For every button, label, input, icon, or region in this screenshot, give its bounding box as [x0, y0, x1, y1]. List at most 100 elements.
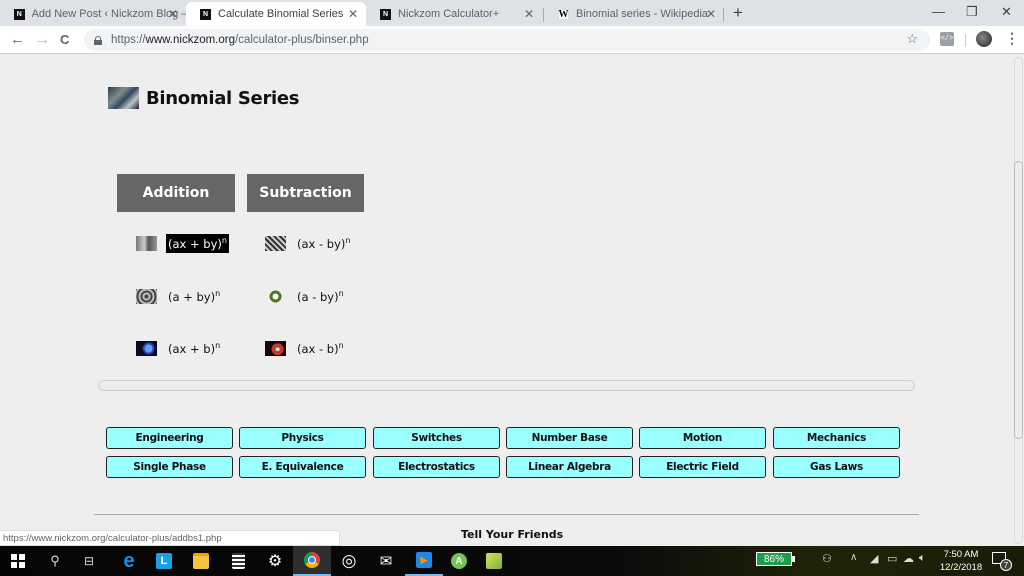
link-physics[interactable]: Physics	[239, 427, 366, 449]
status-bar-url: https://www.nickzom.org/calculator-plus/…	[0, 530, 340, 546]
formula-label: (ax + b)n	[168, 341, 221, 356]
link-number-base[interactable]: Number Base	[506, 427, 633, 449]
search-button[interactable]: ⚲	[36, 546, 74, 576]
back-button[interactable]: ←	[10, 31, 25, 48]
formula-label: (a + by)n	[168, 289, 221, 304]
battery-indicator[interactable]: 86%	[756, 552, 795, 566]
taskbar-l-app[interactable]: L	[145, 546, 183, 576]
taskbar-calculator[interactable]	[219, 546, 257, 576]
task-view-icon: ⊟	[83, 554, 95, 568]
page-content: Binomial Series Addition Subtraction (ax…	[0, 55, 1012, 546]
page-heading: Binomial Series	[108, 87, 300, 109]
address-bar[interactable]: https://www.nickzom.org/calculator-plus/…	[84, 29, 930, 51]
addition-tab[interactable]: Addition	[117, 174, 235, 212]
notepad-plus-icon	[486, 553, 502, 569]
formula-ax-plus-by[interactable]: (ax + by)n	[136, 234, 229, 253]
volume-icon[interactable]: 🔈︎	[919, 552, 926, 565]
formula-a-minus-by[interactable]: (a - by)n	[265, 287, 346, 306]
taskbar-media-player[interactable]: ▶	[405, 546, 443, 576]
start-button[interactable]	[0, 546, 36, 576]
scroll-thumb[interactable]	[1014, 161, 1023, 439]
taskbar-groove[interactable]: ◎	[330, 546, 368, 576]
close-icon[interactable]: ✕	[524, 7, 534, 21]
formula-ax-minus-b[interactable]: (ax - b)n	[265, 339, 346, 358]
red-gears-icon	[265, 341, 286, 356]
taskbar-android-studio[interactable]: A	[440, 546, 478, 576]
tab-calculate-binomial-series[interactable]: N Calculate Binomial Series ✕	[186, 2, 366, 26]
taskbar-chrome[interactable]	[293, 546, 331, 576]
gear-icon: ⚙	[267, 553, 283, 570]
link-engineering[interactable]: Engineering	[106, 427, 233, 449]
blue-gears-icon	[136, 341, 157, 356]
link-mechanics[interactable]: Mechanics	[773, 427, 900, 449]
tell-your-friends-heading: Tell Your Friends	[461, 528, 564, 541]
link-switches[interactable]: Switches	[373, 427, 500, 449]
taskbar-notepad[interactable]	[475, 546, 513, 576]
formula-a-plus-by[interactable]: (a + by)n	[136, 287, 222, 306]
tab-nickzom-calculator[interactable]: N Nickzom Calculator+ ✕	[366, 2, 542, 26]
tab-title: Add New Post ‹ Nickzom Blog —	[31, 8, 186, 20]
forward-button[interactable]: →	[35, 31, 50, 48]
nickzom-icon: N	[380, 8, 391, 20]
close-icon[interactable]: ✕	[168, 7, 178, 21]
url-path: /calculator-plus/binser.php	[235, 34, 369, 46]
wifi-icon[interactable]: ◢	[870, 552, 878, 565]
reload-button[interactable]: C	[60, 32, 69, 47]
notification-count-badge: 7	[1000, 559, 1012, 571]
calculator-icon	[231, 553, 245, 569]
clock-time: 7:50 AM	[943, 549, 979, 560]
battery-icon[interactable]: ▭	[887, 552, 897, 565]
pattern-icon	[136, 289, 157, 304]
formula-ax-minus-by[interactable]: (ax - by)n	[265, 234, 352, 253]
link-e-equivalence[interactable]: E. Equivalence	[239, 456, 366, 478]
link-linear-algebra[interactable]: Linear Algebra	[506, 456, 633, 478]
people-icon[interactable]: ⚇	[822, 552, 832, 565]
taskbar-settings[interactable]: ⚙	[256, 546, 294, 576]
chevron-up-icon[interactable]: ∧	[850, 552, 857, 563]
menu-icon[interactable]: ⋮	[1005, 31, 1019, 45]
close-icon[interactable]: ✕	[706, 7, 716, 21]
formula-label: (ax - b)n	[297, 341, 344, 356]
task-view-button[interactable]: ⊟	[70, 546, 108, 576]
link-motion[interactable]: Motion	[639, 427, 766, 449]
tab-wikipedia[interactable]: W Binomial series - Wikipedia ✕	[544, 2, 724, 26]
url-host: www.nickzom.org	[145, 34, 235, 46]
restore-button[interactable]: ❐	[966, 4, 978, 20]
media-player-icon: ▶	[416, 552, 432, 568]
vertical-scrollbar[interactable]	[1012, 55, 1024, 546]
taskbar-file-explorer[interactable]	[182, 546, 220, 576]
toolbar-divider	[965, 34, 966, 47]
progress-rail	[98, 380, 915, 391]
page-title: Binomial Series	[146, 87, 300, 109]
nickzom-icon: N	[200, 8, 211, 20]
extension-code-icon[interactable]: </>	[940, 32, 954, 46]
url-scheme: https://	[111, 34, 146, 46]
link-electric-field[interactable]: Electric Field	[639, 456, 766, 478]
chrome-icon	[304, 552, 320, 568]
new-tab-button[interactable]: +	[733, 3, 743, 23]
bookmark-star-icon[interactable]: ☆	[906, 31, 918, 47]
close-window-button[interactable]: ✕	[1001, 4, 1012, 20]
close-icon[interactable]: ✕	[348, 7, 358, 21]
tab-title: Nickzom Calculator+	[398, 8, 500, 20]
formula-label: (ax - by)n	[297, 236, 351, 251]
formula-label: (ax + by)n	[166, 234, 229, 253]
link-gas-laws[interactable]: Gas Laws	[773, 456, 900, 478]
windows-logo-icon	[11, 554, 25, 568]
link-electrostatics[interactable]: Electrostatics	[373, 456, 500, 478]
subtraction-tab[interactable]: Subtraction	[247, 174, 364, 212]
profile-avatar[interactable]	[976, 31, 992, 47]
formula-ax-plus-b[interactable]: (ax + b)n	[136, 339, 222, 358]
gear-photo-icon	[136, 236, 157, 251]
cloud-sync-icon[interactable]: ☁	[903, 552, 914, 565]
taskbar-mail[interactable]: ✉	[367, 546, 405, 576]
minimize-button[interactable]: —	[932, 4, 945, 19]
taskbar-edge[interactable]: e	[110, 546, 148, 576]
edge-icon: e	[123, 549, 135, 572]
android-studio-icon: A	[451, 553, 467, 569]
groove-music-icon: ◎	[341, 551, 357, 570]
tab-title: Binomial series - Wikipedia	[576, 8, 709, 20]
tab-add-new-post[interactable]: N Add New Post ‹ Nickzom Blog — ✕	[0, 2, 186, 26]
system-clock[interactable]: 7:50 AM 12/2/2018	[938, 548, 984, 574]
link-single-phase[interactable]: Single Phase	[106, 456, 233, 478]
